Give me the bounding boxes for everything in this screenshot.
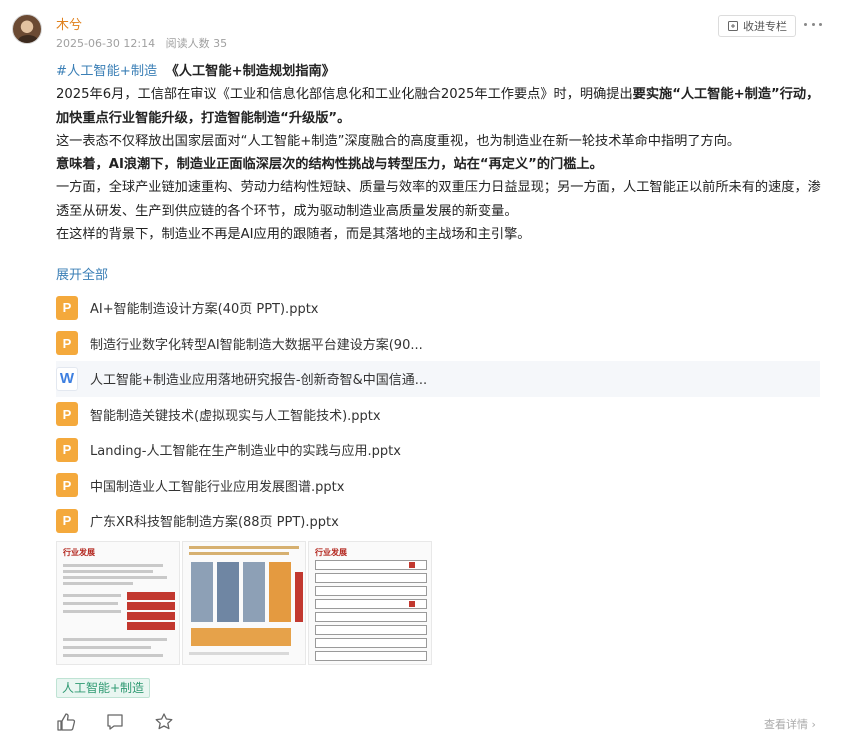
slide-thumbnail[interactable]	[182, 541, 306, 665]
read-count: 阅读人数 35	[165, 37, 228, 50]
topic-tag[interactable]: 人工智能+制造	[56, 678, 151, 698]
author-name[interactable]: 木兮	[56, 14, 82, 33]
ppt-file-icon: P	[56, 295, 78, 320]
attachment-name: 制造行业数字化转型AI智能制造大数据平台建设方案(90...	[90, 337, 423, 353]
ppt-file-icon: P	[56, 473, 78, 498]
attachment-name: 广东XR科技智能制造方案(88页 PPT).pptx	[90, 515, 339, 531]
paragraph-5: 在这样的背景下，制造业不再是AI应用的跟随者，而是其落地的主战场和主引擎。	[56, 227, 531, 243]
post-title: 《人工智能+制造规划指南》	[165, 64, 335, 79]
attachment-item[interactable]: P 中国制造业人工智能行业应用发展图谱.pptx	[56, 468, 820, 504]
comment-icon[interactable]	[105, 712, 125, 732]
ppt-file-icon: P	[56, 437, 78, 462]
expand-all-link[interactable]: 展开全部	[56, 264, 108, 283]
post-date: 2025-06-30 12:14	[56, 37, 156, 50]
post-content: #人工智能+制造 《人工智能+制造规划指南》 2025年6月，工信部在审议《工业…	[56, 60, 826, 246]
ppt-file-icon: P	[56, 402, 78, 427]
collect-icon	[728, 21, 738, 31]
paragraph-3-lead: 意味着，	[56, 157, 109, 173]
star-icon[interactable]	[154, 712, 174, 732]
paragraph-1: 2025年6月，工信部在审议《工业和信息化部信息化和工业化融合2025年工作要点…	[56, 83, 826, 130]
attachment-item[interactable]: P AI+智能制造设计方案(40页 PPT).pptx	[56, 290, 820, 326]
ppt-file-icon: P	[56, 508, 78, 533]
paragraph-4: 一方面，全球产业链加速重构、劳动力结构性短缺、质量与效率的双重压力日益显现；另一…	[56, 180, 821, 219]
post-actions	[56, 712, 174, 732]
attachment-item[interactable]: P 制造行业数字化转型AI智能制造大数据平台建设方案(90...	[56, 326, 820, 362]
paragraph-3-bold: AI浪潮下，制造业正面临深层次的结构性挑战与转型压力，站在“再定义”的门槛上。	[108, 157, 603, 173]
post-meta: 2025-06-30 12:14 阅读人数 35	[56, 35, 227, 51]
like-icon[interactable]	[56, 712, 76, 732]
slide-thumbnail[interactable]: 行业发展	[56, 541, 180, 665]
attachment-list: P AI+智能制造设计方案(40页 PPT).pptx P 制造行业数字化转型A…	[56, 290, 820, 539]
attachment-item[interactable]: P Landing-人工智能在生产制造业中的实践与应用.pptx	[56, 432, 820, 468]
thumbnail-title: 行业发展	[63, 548, 95, 557]
ppt-file-icon: P	[56, 331, 78, 356]
paragraph-2: 这一表态不仅释放出国家层面对“人工智能+制造”深度融合的高度重视，也为制造业在新…	[56, 133, 741, 149]
chevron-right-icon: ›	[811, 718, 816, 731]
paragraph-1-text: 2025年6月，工信部在审议《工业和信息化部信息化和工业化融合2025年工作要点…	[56, 87, 633, 103]
view-details-label: 查看详情	[764, 718, 808, 731]
thumbnail-title: 行业发展	[315, 548, 347, 557]
attachment-name: AI+智能制造设计方案(40页 PPT).pptx	[90, 302, 319, 318]
collect-to-column-button[interactable]: 收进专栏	[718, 15, 796, 37]
attachment-name: 人工智能+制造业应用落地研究报告-创新奇智&中国信通...	[90, 373, 428, 389]
author-avatar[interactable]	[12, 14, 42, 44]
post-heading: #人工智能+制造 《人工智能+制造规划指南》	[56, 60, 826, 83]
attachment-item[interactable]: W 人工智能+制造业应用落地研究报告-创新奇智&中国信通...	[56, 361, 820, 397]
attachment-name: 智能制造关键技术(虚拟现实与人工智能技术).pptx	[90, 408, 381, 424]
paragraph-3: 意味着，AI浪潮下，制造业正面临深层次的结构性挑战与转型压力，站在“再定义”的门…	[56, 153, 826, 176]
word-file-icon: W	[56, 366, 78, 391]
collect-label: 收进专栏	[743, 20, 787, 33]
image-gallery: 行业发展 行业发展	[56, 541, 432, 665]
attachment-name: Landing-人工智能在生产制造业中的实践与应用.pptx	[90, 444, 401, 460]
topic-hashtag[interactable]: #人工智能+制造	[56, 64, 157, 79]
attachment-item[interactable]: P 广东XR科技智能制造方案(88页 PPT).pptx	[56, 503, 820, 539]
slide-thumbnail[interactable]: 行业发展	[308, 541, 432, 665]
more-options-icon[interactable]	[804, 17, 822, 31]
attachment-item[interactable]: P 智能制造关键技术(虚拟现实与人工智能技术).pptx	[56, 397, 820, 433]
view-details-link[interactable]: 查看详情 ›	[764, 716, 816, 732]
attachment-name: 中国制造业人工智能行业应用发展图谱.pptx	[90, 479, 345, 495]
